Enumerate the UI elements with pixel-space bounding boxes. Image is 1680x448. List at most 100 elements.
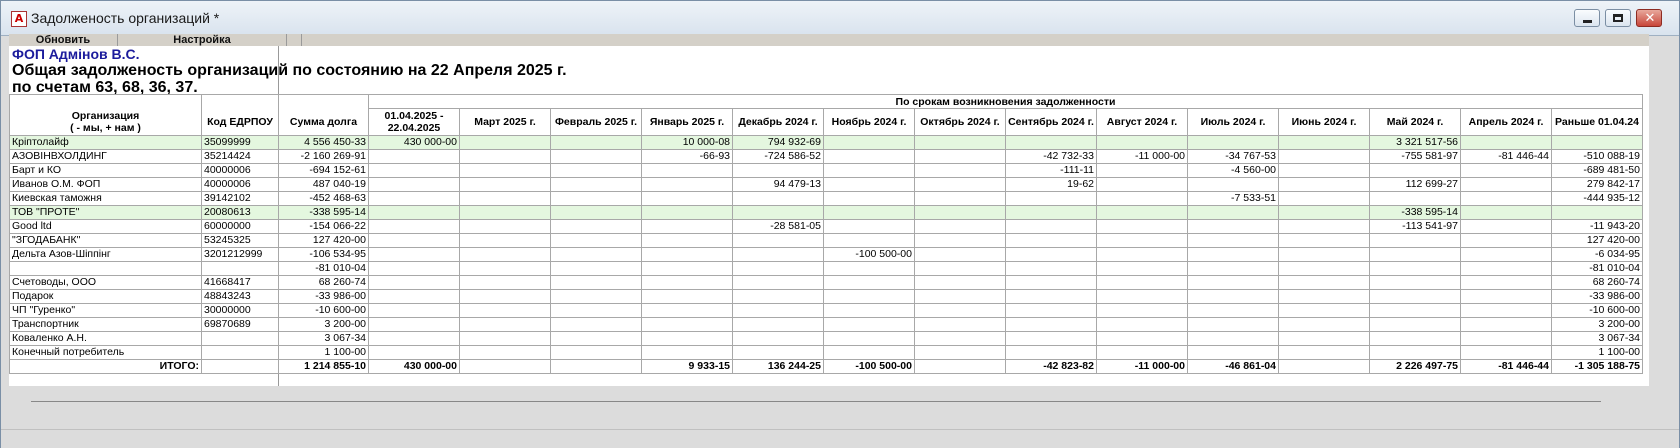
cell-amount[interactable]: 3 200-00: [278, 317, 369, 332]
cell-amount[interactable]: -755 581-97: [1369, 149, 1461, 164]
table-row[interactable]: Иванов О.М. ФОП 40000006 487 040-19 94 479-…: [9, 177, 1643, 192]
cell-amount[interactable]: -42 732-33: [1005, 149, 1097, 164]
cell-organization[interactable]: Конечный потребитель: [9, 345, 202, 360]
cell-amount[interactable]: [1005, 331, 1097, 346]
cell-amount[interactable]: [1187, 317, 1279, 332]
cell-amount[interactable]: [732, 163, 824, 178]
cell-amount[interactable]: -689 481-50: [1551, 163, 1643, 178]
cell-amount[interactable]: -111-11: [1005, 163, 1097, 178]
cell-code[interactable]: 20080613: [201, 205, 279, 220]
cell-amount[interactable]: 3 321 517-56: [1369, 135, 1461, 150]
cell-amount[interactable]: [550, 275, 642, 290]
cell-amount[interactable]: 127 420-00: [278, 233, 369, 248]
cell-amount[interactable]: [1460, 317, 1552, 332]
cell-amount[interactable]: -694 152-61: [278, 163, 369, 178]
cell-amount[interactable]: [732, 191, 824, 206]
cell-organization[interactable]: Киевская таможня: [9, 191, 202, 206]
cell-amount[interactable]: [914, 219, 1006, 234]
cell-code[interactable]: 60000000: [201, 219, 279, 234]
table-row[interactable]: Кріптолайф 35099999 4 556 450-33 430 000-00…: [9, 135, 1643, 150]
cell-amount[interactable]: [641, 275, 733, 290]
cell-amount[interactable]: -106 534-95: [278, 247, 369, 262]
cell-code[interactable]: 40000006: [201, 163, 279, 178]
cell-organization[interactable]: Подарок: [9, 289, 202, 304]
cell-amount[interactable]: [732, 261, 824, 276]
cell-amount[interactable]: [823, 149, 915, 164]
cell-amount[interactable]: [1005, 261, 1097, 276]
cell-amount[interactable]: [459, 261, 551, 276]
cell-amount[interactable]: [1096, 303, 1188, 318]
cell-code[interactable]: 41668417: [201, 275, 279, 290]
cell-amount[interactable]: [1096, 163, 1188, 178]
table-row[interactable]: Коваленко А.Н. 3 067-34 3 067-34: [9, 331, 1643, 346]
cell-amount[interactable]: 3 067-34: [278, 331, 369, 346]
minimize-button[interactable]: [1574, 9, 1600, 27]
cell-amount[interactable]: -81 446-44: [1460, 149, 1552, 164]
cell-organization[interactable]: Иванов О.М. ФОП: [9, 177, 202, 192]
cell-amount[interactable]: 68 260-74: [1551, 275, 1643, 290]
cell-amount[interactable]: -28 581-05: [732, 219, 824, 234]
cell-amount[interactable]: [459, 233, 551, 248]
cell-amount[interactable]: [1460, 177, 1552, 192]
cell-amount[interactable]: [732, 275, 824, 290]
cell-amount[interactable]: [1005, 275, 1097, 290]
cell-amount[interactable]: [1460, 135, 1552, 150]
cell-amount[interactable]: [1187, 205, 1279, 220]
cell-amount[interactable]: 94 479-13: [732, 177, 824, 192]
cell-amount[interactable]: [459, 219, 551, 234]
cell-amount[interactable]: -510 088-19: [1551, 149, 1643, 164]
table-row[interactable]: Дельта Азов-Шіппінг 3201212999 -106 534-95…: [9, 247, 1643, 262]
cell-amount[interactable]: [368, 247, 460, 262]
cell-amount[interactable]: [1278, 261, 1370, 276]
table-row[interactable]: Транспортник 69870689 3 200-00 3 200-00: [9, 317, 1643, 332]
table-row[interactable]: ТОВ "ПРОТЕ" 20080613 -338 595-14 -338 595-1…: [9, 205, 1643, 220]
cell-amount[interactable]: 3 067-34: [1551, 331, 1643, 346]
cell-amount[interactable]: -81 010-04: [278, 261, 369, 276]
cell-amount[interactable]: [1005, 191, 1097, 206]
cell-amount[interactable]: [823, 275, 915, 290]
cell-amount[interactable]: [459, 191, 551, 206]
cell-amount[interactable]: [641, 163, 733, 178]
cell-amount[interactable]: [732, 331, 824, 346]
cell-amount[interactable]: [1187, 275, 1279, 290]
cell-amount[interactable]: [914, 317, 1006, 332]
cell-amount[interactable]: [1460, 345, 1552, 360]
table-row[interactable]: Конечный потребитель 1 100-00 1 100-00: [9, 345, 1643, 360]
table-row[interactable]: -81 010-04 -81 010-04: [9, 261, 1643, 276]
cell-amount[interactable]: [732, 345, 824, 360]
cell-amount[interactable]: [1187, 289, 1279, 304]
cell-amount[interactable]: [914, 303, 1006, 318]
cell-amount[interactable]: [641, 317, 733, 332]
cell-amount[interactable]: [1369, 261, 1461, 276]
cell-code[interactable]: [201, 345, 279, 360]
cell-amount[interactable]: [1005, 233, 1097, 248]
cell-amount[interactable]: [914, 331, 1006, 346]
cell-amount[interactable]: [1369, 303, 1461, 318]
cell-amount[interactable]: [368, 163, 460, 178]
cell-amount[interactable]: -724 586-52: [732, 149, 824, 164]
cell-amount[interactable]: [1096, 191, 1188, 206]
cell-amount[interactable]: [368, 233, 460, 248]
cell-amount[interactable]: [914, 191, 1006, 206]
cell-amount[interactable]: [459, 317, 551, 332]
cell-code[interactable]: 48843243: [201, 289, 279, 304]
cell-amount[interactable]: [1005, 205, 1097, 220]
cell-amount[interactable]: 3 200-00: [1551, 317, 1643, 332]
cell-code[interactable]: 69870689: [201, 317, 279, 332]
cell-amount[interactable]: [914, 177, 1006, 192]
cell-amount[interactable]: [459, 163, 551, 178]
cell-amount[interactable]: [1187, 261, 1279, 276]
cell-amount[interactable]: [823, 205, 915, 220]
cell-amount[interactable]: -81 010-04: [1551, 261, 1643, 276]
cell-amount[interactable]: [1460, 219, 1552, 234]
cell-amount[interactable]: -444 935-12: [1551, 191, 1643, 206]
cell-amount[interactable]: [1460, 331, 1552, 346]
cell-amount[interactable]: -10 600-00: [278, 303, 369, 318]
cell-amount[interactable]: -2 160 269-91: [278, 149, 369, 164]
cell-code[interactable]: 40000006: [201, 177, 279, 192]
cell-amount[interactable]: [368, 205, 460, 220]
cell-amount[interactable]: -33 986-00: [1551, 289, 1643, 304]
cell-amount[interactable]: -11 000-00: [1096, 149, 1188, 164]
cell-amount[interactable]: 112 699-27: [1369, 177, 1461, 192]
title-bar[interactable]: A Задолженость организаций * ✕: [1, 1, 1679, 36]
